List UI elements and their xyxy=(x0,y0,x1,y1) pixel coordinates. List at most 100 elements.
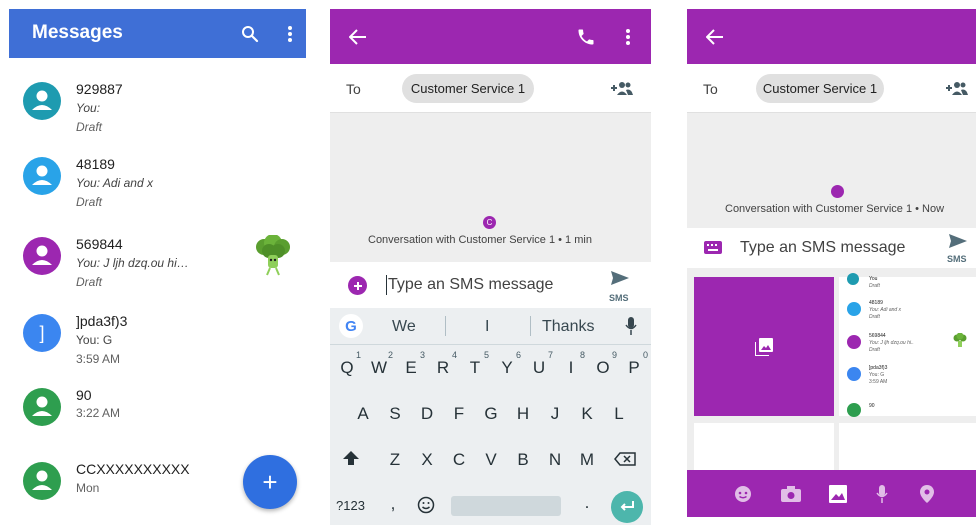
attachment-screen: To Customer Service 1 Conversation with … xyxy=(687,9,976,525)
conversation-meta: Mon xyxy=(76,481,100,495)
key-c[interactable]: C xyxy=(450,450,468,470)
more-options-icon[interactable] xyxy=(618,25,638,49)
key-d[interactable]: D xyxy=(418,404,436,424)
key-x[interactable]: X xyxy=(418,450,436,470)
location-icon[interactable] xyxy=(917,482,937,506)
send-icon[interactable] xyxy=(947,232,969,250)
sticker-icon[interactable] xyxy=(732,483,754,505)
key-q[interactable]: Q1 xyxy=(338,350,361,378)
suggestion[interactable]: We xyxy=(392,318,416,336)
key-w[interactable]: W2 xyxy=(370,350,393,378)
message-input[interactable]: Type an SMS message xyxy=(388,276,553,294)
add-people-icon[interactable] xyxy=(609,77,635,99)
more-options-icon[interactable] xyxy=(280,22,300,46)
new-conversation-button[interactable]: + xyxy=(243,455,297,509)
contact-avatar: C xyxy=(483,216,496,229)
key-j[interactable]: J xyxy=(546,404,564,424)
conversation-item[interactable]: 929887 You: Draft xyxy=(9,75,306,145)
key-v[interactable]: V xyxy=(482,450,500,470)
key-comma[interactable]: , xyxy=(388,494,398,514)
mini-name: 90 xyxy=(869,403,875,409)
space-bar[interactable] xyxy=(451,496,561,516)
key-s[interactable]: S xyxy=(386,404,404,424)
key-o[interactable]: O9 xyxy=(594,350,617,378)
key-period[interactable]: . xyxy=(582,493,592,513)
key-g[interactable]: G xyxy=(482,404,500,424)
app-title: Messages xyxy=(32,22,123,43)
gallery-tile[interactable] xyxy=(694,277,834,416)
key-l[interactable]: L xyxy=(610,404,628,424)
key-hint: 0 xyxy=(642,350,648,360)
camera-icon[interactable] xyxy=(780,483,802,505)
broccoli-sticker xyxy=(953,332,967,349)
conversation-snippet: You: Adi and x xyxy=(76,176,153,190)
conversation-snippet: You: xyxy=(76,101,101,115)
conversation-screen: To Customer Service 1 C Conversation wit… xyxy=(330,9,651,525)
conversation-name: CCXXXXXXXXXX xyxy=(76,461,190,477)
key-k[interactable]: K xyxy=(578,404,596,424)
search-icon[interactable] xyxy=(238,22,262,46)
emoji-icon[interactable] xyxy=(416,495,436,515)
person-icon xyxy=(23,237,61,275)
microphone-icon[interactable] xyxy=(623,316,639,336)
phone-call-icon[interactable] xyxy=(573,24,599,50)
key-u[interactable]: U7 xyxy=(530,350,553,378)
back-arrow-icon[interactable] xyxy=(346,25,370,49)
add-people-icon[interactable] xyxy=(944,77,970,99)
conversation-item[interactable]: ] ]pda3f)3 You: G 3:59 AM xyxy=(9,307,306,377)
key-label: R xyxy=(436,358,450,377)
message-input[interactable]: Type an SMS message xyxy=(740,239,905,257)
key-hint: 1 xyxy=(355,350,361,360)
screenshot-tile[interactable]: You Draft 48189 You: Adi and x Draft 569… xyxy=(839,273,976,417)
mini-meta: Draft xyxy=(869,314,880,320)
conversation-started-text: Conversation with Customer Service 1 • N… xyxy=(725,203,945,215)
suggestion[interactable]: I xyxy=(485,318,489,336)
key-h[interactable]: H xyxy=(514,404,532,424)
photo-tile[interactable] xyxy=(694,423,834,470)
key-p[interactable]: P0 xyxy=(625,350,648,378)
suggestion[interactable]: Thanks xyxy=(542,318,594,336)
key-b[interactable]: B xyxy=(514,450,532,470)
google-icon[interactable]: G xyxy=(339,314,363,338)
conversation-item[interactable]: 48189 You: Adi and x Draft xyxy=(9,150,306,220)
recipient-chip[interactable]: Customer Service 1 xyxy=(402,74,534,103)
back-arrow-icon[interactable] xyxy=(703,25,727,49)
key-hint: 9 xyxy=(611,350,617,360)
key-z[interactable]: Z xyxy=(386,450,404,470)
keyboard-icon[interactable] xyxy=(704,240,722,254)
contact-avatar xyxy=(831,185,844,198)
key-m[interactable]: M xyxy=(578,450,596,470)
key-label: E xyxy=(405,358,417,377)
key-f[interactable]: F xyxy=(450,404,468,424)
backspace-icon[interactable] xyxy=(613,450,637,468)
conversation-item[interactable]: 569844 You: J ljh dzq.ou hi… Draft xyxy=(9,230,306,300)
key-e[interactable]: E3 xyxy=(402,350,425,378)
recipient-chip[interactable]: Customer Service 1 xyxy=(756,74,884,103)
mini-snippet: Draft xyxy=(869,283,880,289)
image-icon[interactable] xyxy=(827,483,849,505)
key-hint: 8 xyxy=(579,350,585,360)
key-y[interactable]: Y6 xyxy=(498,350,521,378)
key-n[interactable]: N xyxy=(546,450,564,470)
key-hint: 5 xyxy=(483,350,489,360)
symbols-key[interactable]: ?123 xyxy=(336,498,365,513)
divider xyxy=(445,316,446,336)
microphone-icon[interactable] xyxy=(872,482,892,506)
shift-icon[interactable] xyxy=(340,447,362,469)
key-a[interactable]: A xyxy=(354,404,372,424)
send-icon[interactable] xyxy=(609,269,631,287)
add-attachment-icon[interactable] xyxy=(348,276,367,295)
photo-tile[interactable] xyxy=(839,423,976,470)
conversation-name: 569844 xyxy=(76,236,123,252)
key-i[interactable]: I8 xyxy=(562,350,585,378)
conversation-name: 90 xyxy=(76,387,92,403)
key-hint: 4 xyxy=(451,350,457,360)
key-t[interactable]: T5 xyxy=(466,350,489,378)
conversation-item[interactable]: 90 3:22 AM xyxy=(9,384,306,454)
key-label: U xyxy=(532,358,546,377)
key-r[interactable]: R4 xyxy=(434,350,457,378)
person-icon xyxy=(23,462,61,500)
enter-icon[interactable] xyxy=(611,491,643,523)
conversation-area: C Conversation with Customer Service 1 •… xyxy=(330,113,651,262)
conversation-snippet: You: J ljh dzq.ou hi… xyxy=(76,256,189,270)
